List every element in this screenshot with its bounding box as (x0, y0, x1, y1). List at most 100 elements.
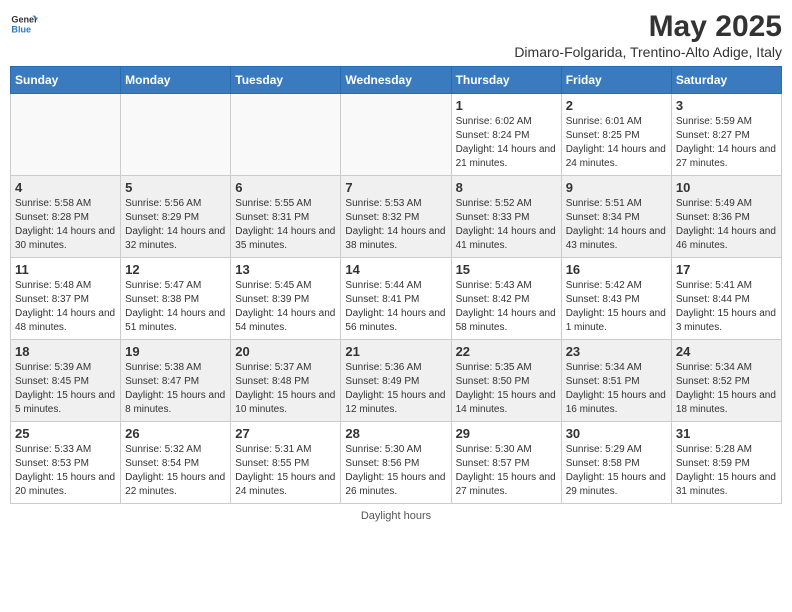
footer-note: Daylight hours (10, 510, 782, 522)
day-info: Sunrise: 5:36 AM Sunset: 8:49 PM Dayligh… (345, 361, 446, 417)
day-info: Sunrise: 5:30 AM Sunset: 8:56 PM Dayligh… (345, 443, 446, 499)
day-info: Sunrise: 5:43 AM Sunset: 8:42 PM Dayligh… (456, 279, 557, 335)
svg-text:Blue: Blue (11, 24, 31, 34)
day-info: Sunrise: 5:47 AM Sunset: 8:38 PM Dayligh… (125, 279, 226, 335)
day-info: Sunrise: 5:53 AM Sunset: 8:32 PM Dayligh… (345, 197, 446, 253)
day-info: Sunrise: 5:48 AM Sunset: 8:37 PM Dayligh… (15, 279, 116, 335)
day-info: Sunrise: 5:33 AM Sunset: 8:53 PM Dayligh… (15, 443, 116, 499)
calendar-subtitle: Dimaro-Folgarida, Trentino-Alto Adige, I… (514, 44, 782, 60)
calendar-cell: 24 Sunrise: 5:34 AM Sunset: 8:52 PM Dayli… (671, 340, 781, 422)
calendar-cell: 29 Sunrise: 5:30 AM Sunset: 8:57 PM Dayli… (451, 422, 561, 504)
day-number: 5 (125, 180, 226, 195)
calendar-cell: 16 Sunrise: 5:42 AM Sunset: 8:43 PM Dayli… (561, 258, 671, 340)
day-number: 24 (676, 344, 777, 359)
day-number: 9 (566, 180, 667, 195)
calendar-cell: 30Sunrise: 5:29 AM Sunset: 8:58 PM Dayli… (561, 422, 671, 504)
col-monday: Monday (121, 67, 231, 94)
day-number: 17 (676, 262, 777, 277)
day-info: Sunrise: 5:58 AM Sunset: 8:28 PM Dayligh… (15, 197, 116, 253)
day-number: 10 (676, 180, 777, 195)
calendar-cell: 5 Sunrise: 5:56 AM Sunset: 8:29 PM Daylig… (121, 176, 231, 258)
calendar-cell: 18 Sunrise: 5:39 AM Sunset: 8:45 PM Dayli… (11, 340, 121, 422)
calendar-cell: 10 Sunrise: 5:49 AM Sunset: 8:36 PM Dayli… (671, 176, 781, 258)
day-info: Sunrise: 6:02 AM Sunset: 8:24 PM Dayligh… (456, 115, 557, 171)
calendar-header-row: Sunday Monday Tuesday Wednesday Thursday… (11, 67, 782, 94)
day-info: Sunrise: 5:55 AM Sunset: 8:31 PM Dayligh… (235, 197, 336, 253)
day-number: 25 (15, 426, 116, 441)
day-number: 8 (456, 180, 557, 195)
day-number: 11 (15, 262, 116, 277)
calendar-cell: 4 Sunrise: 5:58 AM Sunset: 8:28 PM Daylig… (11, 176, 121, 258)
day-number: 4 (15, 180, 116, 195)
day-number: 19 (125, 344, 226, 359)
day-number: 28 (345, 426, 446, 441)
day-info: Sunrise: 5:39 AM Sunset: 8:45 PM Dayligh… (15, 361, 116, 417)
day-info: Sunrise: 5:49 AM Sunset: 8:36 PM Dayligh… (676, 197, 777, 253)
day-number: 1 (456, 98, 557, 113)
calendar-cell (231, 94, 341, 176)
day-number: 15 (456, 262, 557, 277)
col-sunday: Sunday (11, 67, 121, 94)
title-area: May 2025 Dimaro-Folgarida, Trentino-Alto… (514, 10, 782, 60)
day-number: 29 (456, 426, 557, 441)
calendar-cell: 31Sunrise: 5:28 AM Sunset: 8:59 PM Dayli… (671, 422, 781, 504)
day-info: Sunrise: 5:31 AM Sunset: 8:55 PM Dayligh… (235, 443, 336, 499)
calendar-week-3: 11 Sunrise: 5:48 AM Sunset: 8:37 PM Dayli… (11, 258, 782, 340)
day-number: 30 (566, 426, 667, 441)
calendar-cell (341, 94, 451, 176)
day-info: Sunrise: 6:01 AM Sunset: 8:25 PM Dayligh… (566, 115, 667, 171)
calendar-cell: 27 Sunrise: 5:31 AM Sunset: 8:55 PM Dayli… (231, 422, 341, 504)
day-number: 23 (566, 344, 667, 359)
logo-icon: General Blue (10, 10, 38, 38)
calendar-cell: 7 Sunrise: 5:53 AM Sunset: 8:32 PM Daylig… (341, 176, 451, 258)
calendar-cell: 23Sunrise: 5:34 AM Sunset: 8:51 PM Dayli… (561, 340, 671, 422)
day-info: Sunrise: 5:42 AM Sunset: 8:43 PM Dayligh… (566, 279, 667, 335)
calendar-week-5: 25 Sunrise: 5:33 AM Sunset: 8:53 PM Dayli… (11, 422, 782, 504)
day-number: 20 (235, 344, 336, 359)
day-number: 26 (125, 426, 226, 441)
day-number: 12 (125, 262, 226, 277)
day-info: Sunrise: 5:51 AM Sunset: 8:34 PM Dayligh… (566, 197, 667, 253)
col-thursday: Thursday (451, 67, 561, 94)
calendar-table: Sunday Monday Tuesday Wednesday Thursday… (10, 66, 782, 504)
calendar-cell: 15 Sunrise: 5:43 AM Sunset: 8:42 PM Dayli… (451, 258, 561, 340)
day-number: 27 (235, 426, 336, 441)
calendar-title: May 2025 (514, 10, 782, 44)
calendar-cell: 9 Sunrise: 5:51 AM Sunset: 8:34 PM Daylig… (561, 176, 671, 258)
day-number: 14 (345, 262, 446, 277)
logo: General Blue (10, 10, 38, 38)
col-wednesday: Wednesday (341, 67, 451, 94)
calendar-cell: 19 Sunrise: 5:38 AM Sunset: 8:47 PM Dayli… (121, 340, 231, 422)
day-info: Sunrise: 5:56 AM Sunset: 8:29 PM Dayligh… (125, 197, 226, 253)
day-info: Sunrise: 5:37 AM Sunset: 8:48 PM Dayligh… (235, 361, 336, 417)
calendar-cell (11, 94, 121, 176)
day-number: 16 (566, 262, 667, 277)
calendar-cell (121, 94, 231, 176)
day-info: Sunrise: 5:30 AM Sunset: 8:57 PM Dayligh… (456, 443, 557, 499)
calendar-cell: 26 Sunrise: 5:32 AM Sunset: 8:54 PM Dayli… (121, 422, 231, 504)
day-info: Sunrise: 5:32 AM Sunset: 8:54 PM Dayligh… (125, 443, 226, 499)
calendar-cell: 21Sunrise: 5:36 AM Sunset: 8:49 PM Dayli… (341, 340, 451, 422)
day-number: 18 (15, 344, 116, 359)
day-number: 3 (676, 98, 777, 113)
day-info: Sunrise: 5:45 AM Sunset: 8:39 PM Dayligh… (235, 279, 336, 335)
calendar-cell: 6 Sunrise: 5:55 AM Sunset: 8:31 PM Daylig… (231, 176, 341, 258)
col-friday: Friday (561, 67, 671, 94)
calendar-cell: 14 Sunrise: 5:44 AM Sunset: 8:41 PM Dayli… (341, 258, 451, 340)
day-number: 6 (235, 180, 336, 195)
day-info: Sunrise: 5:52 AM Sunset: 8:33 PM Dayligh… (456, 197, 557, 253)
day-number: 2 (566, 98, 667, 113)
calendar-cell: 12 Sunrise: 5:47 AM Sunset: 8:38 PM Dayli… (121, 258, 231, 340)
calendar-cell: 3 Sunrise: 5:59 AM Sunset: 8:27 PM Daylig… (671, 94, 781, 176)
day-info: Sunrise: 5:59 AM Sunset: 8:27 PM Dayligh… (676, 115, 777, 171)
calendar-week-1: 1 Sunrise: 6:02 AM Sunset: 8:24 PM Daylig… (11, 94, 782, 176)
day-info: Sunrise: 5:34 AM Sunset: 8:52 PM Dayligh… (676, 361, 777, 417)
col-saturday: Saturday (671, 67, 781, 94)
day-number: 7 (345, 180, 446, 195)
calendar-cell: 11 Sunrise: 5:48 AM Sunset: 8:37 PM Dayli… (11, 258, 121, 340)
day-number: 13 (235, 262, 336, 277)
calendar-week-4: 18 Sunrise: 5:39 AM Sunset: 8:45 PM Dayli… (11, 340, 782, 422)
day-info: Sunrise: 5:38 AM Sunset: 8:47 PM Dayligh… (125, 361, 226, 417)
day-info: Sunrise: 5:41 AM Sunset: 8:44 PM Dayligh… (676, 279, 777, 335)
day-info: Sunrise: 5:44 AM Sunset: 8:41 PM Dayligh… (345, 279, 446, 335)
